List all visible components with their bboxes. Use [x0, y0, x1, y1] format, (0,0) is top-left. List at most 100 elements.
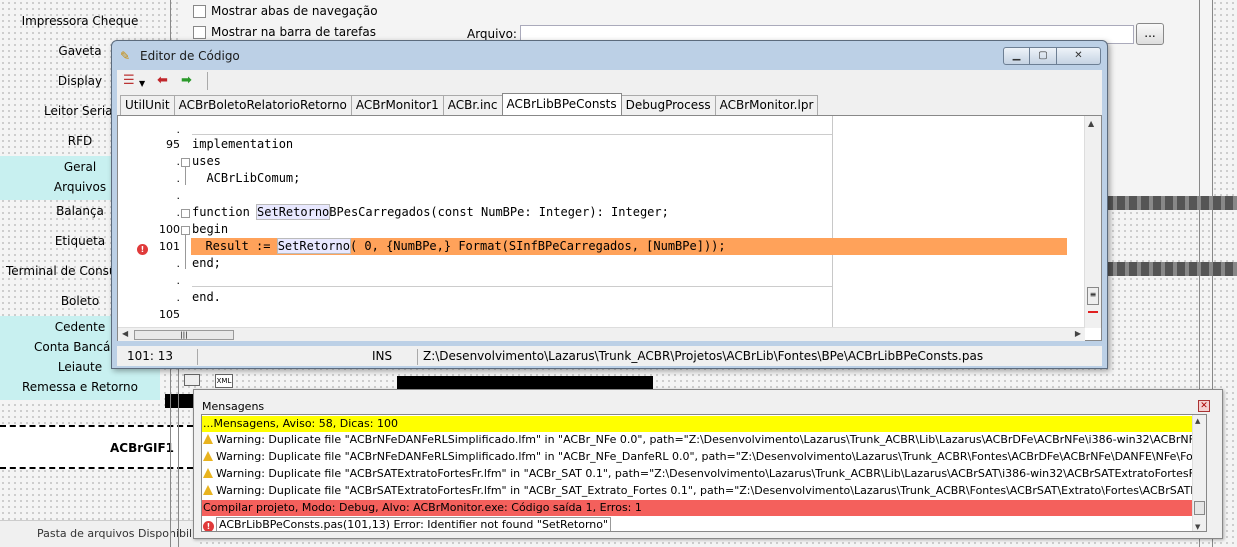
editor-app-icon: ✎	[120, 49, 131, 63]
messages-titlebar[interactable]: Mensagens ✕	[194, 390, 1222, 414]
message-error[interactable]: ! ACBrLibBPeConsts.pas(101,13) Error: Ide…	[202, 517, 1200, 531]
code-line: function SetRetornoBPesCarregados(const …	[192, 204, 669, 221]
component-icon[interactable]	[184, 374, 200, 386]
maximize-button[interactable]: ▢	[1030, 47, 1057, 65]
tab-utilunit[interactable]: UtilUnit	[120, 95, 175, 115]
toolbar-separator	[207, 72, 208, 90]
tab-acbrmonitor1[interactable]: ACBrMonitor1	[350, 95, 444, 115]
palette-item-impressora-cheque[interactable]: Impressora Cheque	[0, 14, 160, 28]
arquivo-label: Arquivo:	[467, 27, 517, 41]
line-number: .	[176, 155, 181, 168]
code-line-highlighted: Result := SetRetorno( 0, {NumBPe,} Forma…	[191, 238, 1067, 255]
scroll-thumb[interactable]	[1194, 501, 1205, 515]
code-line: begin	[192, 222, 229, 236]
scroll-up-icon[interactable]: ▲	[1088, 119, 1094, 128]
check-show-tabs-label: Mostrar abas de navegação	[211, 4, 378, 18]
line-number: 101	[159, 240, 180, 253]
message-warning[interactable]: Warning: Duplicate file "ACBrSATExtratoF…	[202, 466, 1200, 482]
status-pasta-arquivos: Pasta de arquivos	[37, 527, 135, 540]
scroll-thumb[interactable]: ≡	[1087, 287, 1099, 305]
error-scroll-mark	[1088, 311, 1098, 313]
editor-titlebar[interactable]: ✎ Editor de Código ▁ ▢ ✕	[112, 41, 1107, 71]
messages-list[interactable]: ...Mensagens, Aviso: 58, Dicas: 100 Warn…	[201, 414, 1207, 532]
fold-guide	[185, 235, 186, 269]
code-token: ( 0, {NumBPe,} Format(SInfBPeCarregados,…	[349, 239, 726, 253]
line-number: .	[176, 257, 181, 270]
editor-toolbar: ☰ ▼ ⬅ ➡	[117, 70, 1102, 93]
editor-title: Editor de Código	[140, 49, 240, 63]
message-compile-result[interactable]: Compilar projeto, Modo: Debug, Alvo: ACB…	[202, 500, 1200, 516]
tab-acbr-inc[interactable]: ACBr.inc	[442, 95, 503, 115]
palette-item-remessa-retorno[interactable]: Remessa e Retorno	[0, 378, 160, 400]
code-line: implementation	[192, 137, 294, 151]
insert-mode: INS	[372, 349, 393, 363]
messages-summary[interactable]: ...Mensagens, Aviso: 58, Dicas: 100	[202, 416, 1200, 432]
acbrgif-component[interactable]: ACBrGIF1	[0, 425, 193, 469]
editor-vertical-scrollbar[interactable]: ▲ ≡	[1084, 116, 1101, 328]
message-warning[interactable]: Warning: Duplicate file "ACBrSATExtratoF…	[202, 483, 1200, 499]
editor-tabs: UtilUnit ACBrBoletoRelatorioRetorno ACBr…	[117, 93, 1102, 115]
messages-window: Mensagens ✕ ...Mensagens, Aviso: 58, Dic…	[193, 389, 1223, 539]
tab-debugprocess[interactable]: DebugProcess	[620, 95, 716, 115]
fold-toggle-icon[interactable]	[181, 226, 190, 235]
dark-strip	[1105, 262, 1237, 276]
section-divider	[192, 286, 832, 287]
scroll-up-icon[interactable]: ▲	[1195, 417, 1200, 425]
code-token-selected: SetRetorno	[256, 204, 331, 220]
warning-icon	[203, 451, 213, 461]
code-line: uses	[192, 154, 221, 168]
fold-toggle-icon[interactable]	[181, 158, 190, 167]
back-arrow-icon[interactable]: ⬅	[157, 73, 168, 89]
dark-strip	[1105, 196, 1237, 210]
black-bar	[397, 376, 653, 389]
line-gutter: . 95 . . . . 100 101 . . . 105 !	[118, 116, 185, 328]
code-token: Result :=	[191, 239, 278, 253]
line-number: .	[176, 206, 181, 219]
line-number: .	[176, 189, 181, 202]
tab-acbrlibbpeconsts[interactable]: ACBrLibBPeConsts	[501, 93, 622, 115]
scroll-right-icon[interactable]: ▶	[1075, 329, 1081, 338]
code-line: end.	[192, 290, 221, 304]
code-token: BPesCarregados(const NumBPe: Integer): I…	[329, 205, 669, 219]
fold-toggle-icon[interactable]	[181, 209, 190, 218]
minimize-button[interactable]: ▁	[1003, 47, 1030, 65]
message-text: ACBrLibBPeConsts.pas(101,13) Error: Iden…	[216, 517, 612, 531]
message-warning[interactable]: Warning: Duplicate file "ACBrNFeDANFeRLS…	[202, 449, 1200, 465]
code-area[interactable]: . 95 . . . . 100 101 . . . 105 ! impleme…	[117, 115, 1102, 341]
section-divider	[192, 134, 832, 135]
editor-status-bar: 101: 13 INS Z:\Desenvolvimento\Lazarus\T…	[117, 346, 1102, 366]
scroll-down-icon[interactable]: ▼	[1195, 523, 1200, 531]
file-path: Z:\Desenvolvimento\Lazarus\Trunk_ACBR\Pr…	[423, 349, 984, 363]
editor-horizontal-scrollbar[interactable]: ◀ ||| ▶	[118, 327, 1085, 341]
checkbox-icon[interactable]	[193, 25, 206, 39]
checkbox-icon[interactable]	[193, 4, 206, 18]
tab-acbrmonitor-lpr[interactable]: ACBrMonitor.lpr	[714, 95, 819, 115]
message-warning[interactable]: Warning: Duplicate file "ACBrNFeDANFeRLS…	[202, 432, 1200, 448]
warning-icon	[203, 468, 213, 478]
code-token: function	[192, 205, 258, 219]
browse-button[interactable]: ...	[1136, 23, 1164, 45]
error-marker-icon[interactable]: !	[137, 244, 148, 255]
code-list-icon[interactable]: ☰	[123, 73, 135, 89]
line-number: .	[176, 172, 181, 185]
dropdown-arrow-icon[interactable]: ▼	[139, 76, 145, 92]
code-line: end;	[192, 256, 221, 270]
scroll-left-icon[interactable]: ◀	[122, 329, 128, 338]
tab-acbrboletorelatorioretorno[interactable]: ACBrBoletoRelatorioRetorno	[173, 95, 352, 115]
warning-icon	[203, 485, 213, 495]
code-line: ACBrLibComum;	[192, 171, 301, 185]
scroll-thumb[interactable]: |||	[134, 330, 234, 340]
code-token-selected: SetRetorno	[276, 238, 351, 254]
xml-icon[interactable]: XML	[215, 374, 233, 388]
acbrgif-label: ACBrGIF1	[110, 441, 175, 455]
close-icon[interactable]: ✕	[1198, 400, 1210, 412]
check-show-tabs[interactable]: Mostrar abas de navegação	[193, 4, 378, 18]
check-show-taskbar[interactable]: Mostrar na barra de tarefas	[193, 25, 376, 39]
forward-arrow-icon[interactable]: ➡	[181, 73, 192, 89]
message-text: Warning: Duplicate file "ACBrNFeDANFeRLS…	[216, 450, 1200, 463]
fold-guide	[185, 167, 186, 185]
messages-scrollbar[interactable]: ▲ ▼	[1192, 415, 1206, 531]
close-button[interactable]: ✕	[1057, 47, 1101, 65]
message-text: Warning: Duplicate file "ACBrNFeDANFeRLS…	[216, 433, 1200, 446]
warning-icon	[203, 434, 213, 444]
